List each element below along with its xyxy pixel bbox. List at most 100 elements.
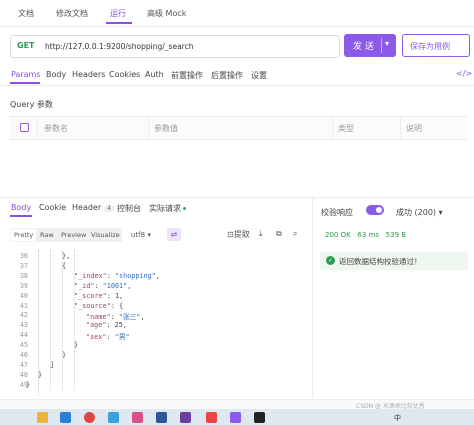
- save-as-case-label: 保存为用例: [410, 42, 450, 51]
- json-key: "_source": [74, 301, 111, 310]
- encoding-value: utf8: [131, 231, 146, 239]
- tab-cookies[interactable]: Cookies: [109, 70, 140, 79]
- search-icon[interactable]: ⌕: [293, 229, 297, 239]
- line-number: 38: [19, 271, 28, 280]
- format-raw[interactable]: Raw: [40, 231, 54, 239]
- code-line: "_index": "shopping",: [74, 272, 160, 280]
- line-number: 40: [19, 291, 28, 300]
- send-button-label: 发 送: [353, 42, 374, 52]
- response-status-row: 200 OK 63 ms 539 B: [325, 231, 406, 239]
- json-key: "_score": [74, 291, 107, 300]
- json-value: 25: [114, 321, 123, 330]
- code-line: }: [26, 380, 31, 389]
- params-table-header: 参数名 参数值 类型 说明: [10, 116, 468, 140]
- code-line: "sex": "男": [86, 331, 130, 341]
- tab-run[interactable]: 运行: [110, 8, 126, 19]
- browser-icon[interactable]: [84, 412, 95, 423]
- column-divider: [332, 117, 333, 139]
- encoding-select[interactable]: utf8 ▾: [131, 231, 151, 239]
- json-colon: :: [94, 281, 103, 290]
- verify-target-select[interactable]: 成功 (200) ▾: [396, 207, 443, 218]
- tab-docs[interactable]: 文档: [18, 8, 34, 19]
- indent-guide: [62, 250, 63, 390]
- format-pretty[interactable]: Pretty: [11, 229, 37, 241]
- json-key: "name": [86, 313, 111, 322]
- line-number: 46: [19, 351, 28, 359]
- indent-guide: [38, 250, 39, 390]
- json-colon: :: [106, 333, 115, 342]
- select-all-checkbox[interactable]: [20, 123, 29, 132]
- tab-body[interactable]: Body: [46, 70, 66, 79]
- app-icon[interactable]: [230, 412, 241, 423]
- app-icon[interactable]: [206, 412, 217, 423]
- json-value: "男": [114, 333, 130, 342]
- tab-edit-docs[interactable]: 修改文档: [56, 8, 88, 19]
- json-colon: :: [106, 291, 115, 300]
- chevron-down-icon: ▾: [438, 208, 443, 217]
- tab-params[interactable]: Params: [11, 70, 41, 79]
- app-icon[interactable]: [60, 412, 71, 423]
- format-visualize[interactable]: Visualize: [91, 231, 120, 239]
- send-divider: [381, 38, 382, 53]
- divider: [0, 197, 474, 198]
- json-value: "张三": [118, 313, 141, 322]
- format-switcher: Pretty Raw Preview Visualize: [10, 228, 122, 242]
- format-preview[interactable]: Preview: [61, 231, 86, 239]
- active-response-tab-indicator: [10, 215, 32, 217]
- response-tab-cookie[interactable]: Cookie: [39, 203, 66, 212]
- tab-pre-actions[interactable]: 前置操作: [171, 70, 203, 81]
- copy-icon[interactable]: ⧉: [276, 229, 282, 239]
- method-select[interactable]: GET: [17, 41, 35, 50]
- app-icon[interactable]: [132, 412, 143, 423]
- live-dot-icon: [183, 207, 186, 210]
- response-size: 539 B: [385, 231, 407, 239]
- line-number: 36: [19, 252, 28, 260]
- response-tab-actual-request[interactable]: 实际请求: [149, 203, 186, 214]
- line-number: 45: [19, 341, 28, 350]
- verify-target-value: 成功 (200): [396, 208, 437, 217]
- line-number: 42: [19, 311, 28, 320]
- tab-headers[interactable]: Headers: [72, 70, 105, 79]
- json-colon: :: [106, 321, 115, 330]
- tab-settings[interactable]: 设置: [251, 70, 267, 81]
- expand-icon[interactable]: </>: [456, 69, 472, 78]
- tab-advanced-mock[interactable]: 高级 Mock: [147, 8, 186, 19]
- word-icon[interactable]: [156, 412, 167, 423]
- active-request-tab-indicator: [10, 82, 40, 84]
- input-method-indicator[interactable]: 中: [394, 413, 401, 423]
- send-button[interactable]: 发 送 ▾: [344, 34, 396, 57]
- json-colon: :: [106, 271, 115, 280]
- verify-response-label: 校验响应: [321, 208, 353, 217]
- json-punctuation: ,: [140, 313, 145, 322]
- response-tab-header[interactable]: Header 4: [72, 203, 114, 212]
- response-time: 63 ms: [357, 231, 379, 239]
- response-tab-body[interactable]: Body: [11, 203, 31, 212]
- code-line: "_id": "1001",: [74, 282, 131, 290]
- verify-response-toggle[interactable]: [366, 205, 384, 215]
- app-icon[interactable]: [180, 412, 191, 423]
- response-body-code[interactable]: 36}, 37 {38 "_index": "shopping", 39 "_id": "…: [8, 250, 308, 396]
- url-input[interactable]: [45, 38, 333, 54]
- file-explorer-icon[interactable]: [37, 412, 48, 423]
- line-number: 41: [19, 301, 28, 310]
- response-tab-console[interactable]: 控制台: [117, 203, 141, 214]
- active-tab-indicator: [106, 22, 132, 24]
- word-wrap-icon[interactable]: ⇌: [167, 228, 181, 241]
- save-as-case-button[interactable]: 保存为用例: [402, 34, 470, 57]
- json-punctuation: ,: [155, 271, 160, 280]
- app-icon[interactable]: [108, 412, 119, 423]
- json-punctuation: ,: [122, 321, 127, 330]
- tab-auth[interactable]: Auth: [145, 70, 164, 79]
- json-key: "age": [86, 321, 107, 330]
- tab-post-actions[interactable]: 后置操作: [211, 70, 243, 81]
- download-icon[interactable]: ⤓: [259, 229, 263, 239]
- extract-button[interactable]: ⊡提取: [227, 229, 250, 240]
- json-value: {: [119, 301, 124, 310]
- line-number: 37: [19, 261, 28, 270]
- top-tab-bar: 文档 修改文档 运行 高级 Mock: [0, 0, 474, 27]
- extract-label: 提取: [233, 230, 250, 239]
- terminal-icon[interactable]: [254, 412, 265, 423]
- json-colon: :: [110, 301, 120, 310]
- code-line: "_score": 1,: [74, 292, 123, 300]
- chevron-down-icon[interactable]: ▾: [385, 39, 389, 48]
